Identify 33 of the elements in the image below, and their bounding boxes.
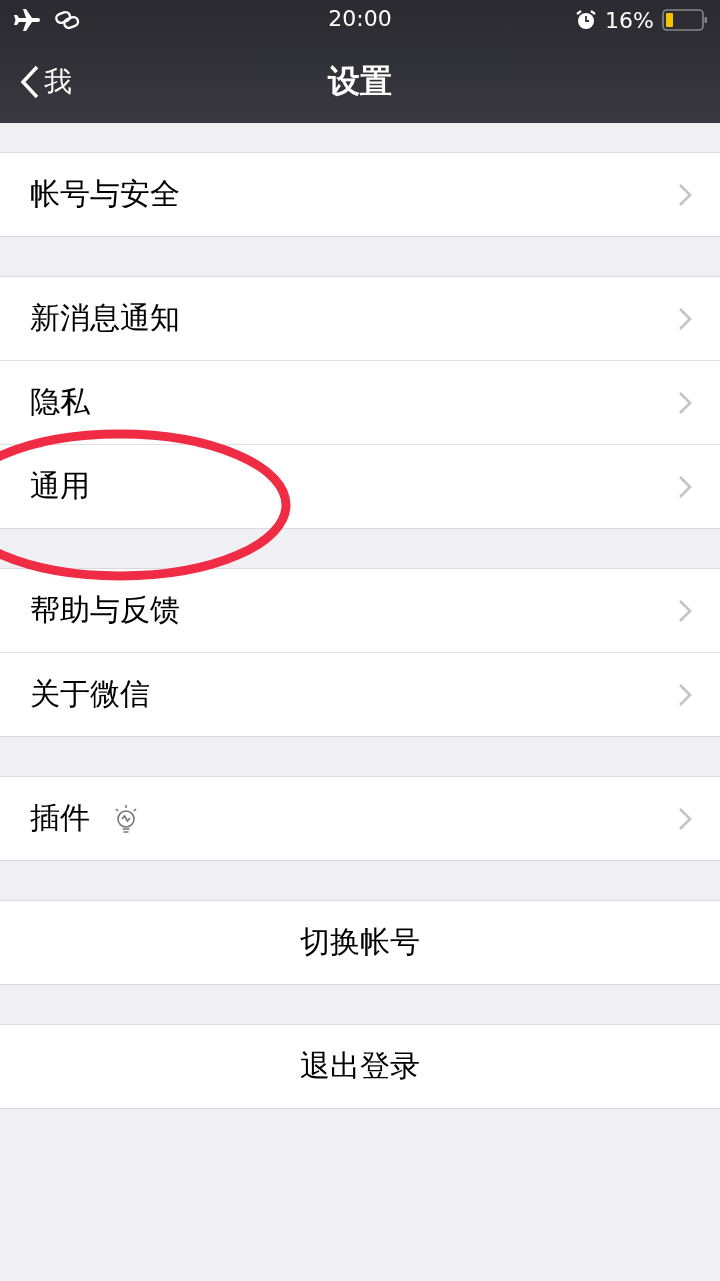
battery-icon: [662, 9, 708, 31]
settings-row[interactable]: 通用: [0, 445, 720, 528]
row-label: 插件: [30, 799, 90, 837]
battery-percent: 16%: [605, 7, 654, 33]
settings-row[interactable]: 隐私: [0, 361, 720, 444]
settings-row[interactable]: 新消息通知: [0, 277, 720, 360]
row-label: 隐私: [30, 383, 90, 421]
back-button[interactable]: 我: [20, 62, 72, 101]
chevron-icon: [678, 307, 692, 331]
chevron-icon: [678, 475, 692, 499]
row-label: 新消息通知: [30, 299, 180, 337]
status-time: 20:00: [328, 6, 392, 31]
row-label: 帐号与安全: [30, 175, 180, 213]
lightbulb-icon: [112, 803, 140, 834]
settings-row[interactable]: 帐号与安全: [0, 153, 720, 236]
chevron-icon: [678, 599, 692, 623]
back-chevron-icon: [20, 64, 40, 99]
airplane-icon: [12, 8, 40, 32]
action-button[interactable]: 退出登录: [0, 1025, 720, 1108]
row-label: 通用: [30, 467, 90, 505]
settings-row[interactable]: 帮助与反馈: [0, 569, 720, 652]
chevron-icon: [678, 183, 692, 207]
row-label: 帮助与反馈: [30, 591, 180, 629]
page-title: 设置: [328, 60, 392, 102]
chevron-icon: [678, 807, 692, 831]
chevron-icon: [678, 391, 692, 415]
link-icon: [54, 10, 80, 30]
alarm-icon: [575, 9, 598, 31]
row-label: 关于微信: [30, 675, 150, 713]
action-button[interactable]: 切换帐号: [0, 901, 720, 984]
settings-row[interactable]: 关于微信: [0, 653, 720, 736]
chevron-icon: [678, 683, 692, 707]
settings-row[interactable]: 插件: [0, 777, 720, 860]
